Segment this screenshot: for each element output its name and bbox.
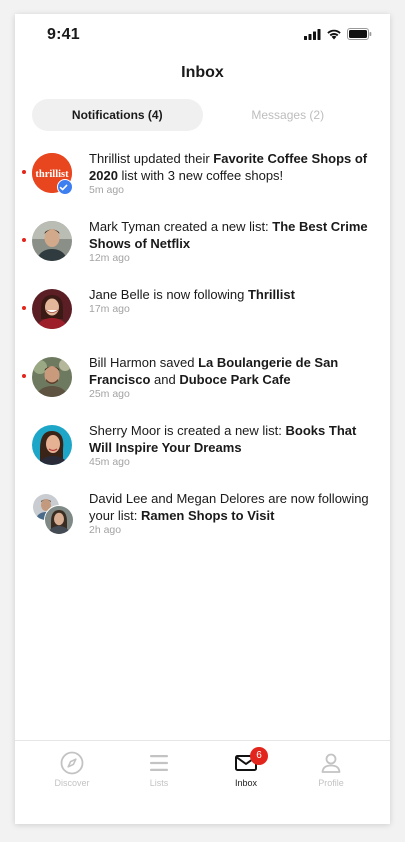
unread-dot — [22, 306, 26, 310]
notification-text: Thrillist updated their Favorite Coffee … — [89, 150, 379, 197]
status-icons — [304, 28, 372, 40]
notification-item[interactable]: Mark Tyman created a new list: The Best … — [15, 212, 390, 276]
nav-profile[interactable]: Profile — [301, 751, 361, 788]
notification-text: Jane Belle is now following Thrillist 17… — [89, 286, 379, 316]
timestamp: 5m ago — [89, 184, 125, 196]
notification-item[interactable]: thrillist Thrillist updated their Favori… — [15, 144, 390, 208]
unread-count-badge: 6 — [250, 747, 268, 765]
battery-icon — [347, 28, 372, 40]
tab-notifications[interactable]: Notifications (4) — [32, 99, 203, 131]
timestamp: 2h ago — [89, 524, 122, 536]
status-bar: 9:41 — [15, 14, 390, 58]
timestamp: 17m ago — [89, 303, 130, 315]
list-link[interactable]: Ramen Shops to Visit — [141, 508, 274, 523]
compass-icon — [60, 751, 84, 775]
timestamp: 45m ago — [89, 456, 130, 468]
profile-link[interactable]: Thrillist — [248, 287, 295, 302]
unread-dot — [22, 238, 26, 242]
verified-icon — [57, 179, 73, 195]
user-avatar[interactable] — [32, 357, 72, 397]
user-avatar[interactable] — [32, 289, 72, 329]
status-time: 9:41 — [47, 26, 80, 43]
notification-item[interactable]: Jane Belle is now following Thrillist 17… — [15, 280, 390, 344]
notification-item[interactable]: Sherry Moor is created a new list: Books… — [15, 416, 390, 480]
user-avatar[interactable] — [32, 425, 72, 465]
notification-text: Mark Tyman created a new list: The Best … — [89, 218, 379, 265]
nav-label: Profile — [318, 778, 344, 788]
tab-messages[interactable]: Messages (2) — [203, 99, 374, 131]
user-icon — [321, 753, 341, 773]
timestamp: 25m ago — [89, 388, 130, 400]
nav-label: Inbox — [234, 778, 258, 788]
notification-text: Bill Harmon saved La Boulangerie de San … — [89, 354, 379, 401]
notification-item[interactable]: Bill Harmon saved La Boulangerie de San … — [15, 348, 390, 412]
page-title: Inbox — [181, 64, 224, 81]
unread-dot — [22, 374, 26, 378]
signal-icon — [304, 28, 321, 40]
wifi-icon — [327, 29, 341, 40]
nav-inbox[interactable]: 6 Inbox — [216, 747, 276, 788]
notification-text: David Lee and Megan Delores are now foll… — [89, 490, 379, 537]
user-avatar — [44, 505, 74, 535]
list-icon — [150, 755, 168, 771]
timestamp: 12m ago — [89, 252, 130, 264]
inbox-tabs: Notifications (4) Messages (2) — [32, 99, 373, 131]
user-avatar[interactable] — [32, 221, 72, 261]
notification-text: Sherry Moor is created a new list: Books… — [89, 422, 379, 469]
nav-lists[interactable]: Lists — [129, 751, 189, 788]
notification-item[interactable]: David Lee and Megan Delores are now foll… — [15, 484, 390, 548]
nav-discover[interactable]: Discover — [42, 751, 102, 788]
unread-dot — [22, 170, 26, 174]
nav-label: Lists — [149, 778, 169, 788]
phone-screen: 9:41 Inbox Notifications (4) Messages (2… — [15, 14, 390, 824]
place-link[interactable]: Duboce Park Cafe — [179, 372, 290, 387]
nav-label: Discover — [54, 778, 90, 788]
tab-bar: Discover Lists 6 Inbox Profile — [15, 740, 390, 801]
group-avatar[interactable] — [32, 493, 74, 535]
